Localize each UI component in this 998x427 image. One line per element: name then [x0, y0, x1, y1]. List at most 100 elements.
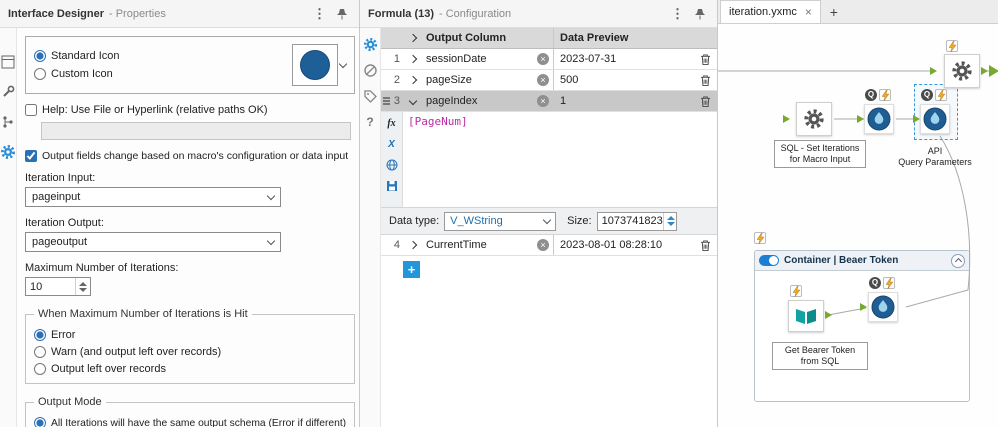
max-hit-radio-0[interactable]: [34, 329, 46, 341]
output-column-name[interactable]: pageSize: [426, 74, 472, 86]
row-expand-chevron[interactable]: [403, 235, 423, 255]
add-column-button[interactable]: +: [403, 261, 420, 278]
gear-icon[interactable]: [362, 36, 378, 52]
chevron-down-icon: [266, 236, 276, 245]
output-column-name[interactable]: CurrentTime: [426, 239, 487, 251]
question-anchor-icon[interactable]: Q: [869, 277, 881, 289]
clear-column-icon[interactable]: ×: [537, 239, 549, 251]
stepper-arrows[interactable]: [662, 212, 678, 230]
clear-column-icon[interactable]: ×: [537, 95, 549, 107]
question-anchor-icon[interactable]: Q: [865, 89, 877, 101]
globe-icon[interactable]: [384, 158, 400, 172]
layout-icon[interactable]: [0, 54, 16, 70]
functions-button[interactable]: fx: [384, 116, 400, 130]
pin-icon[interactable]: [691, 8, 709, 20]
tag-icon[interactable]: [362, 88, 378, 104]
clear-column-icon[interactable]: ×: [537, 53, 549, 65]
data-type-select[interactable]: V_WString: [444, 211, 557, 231]
tool-container-bearer-token[interactable]: Container | Beaer Token: [754, 250, 970, 402]
output-fields-checkbox-row[interactable]: Output fields change based on macro's co…: [25, 150, 355, 162]
icon-preview[interactable]: [292, 44, 339, 86]
output-column-header: Output Column: [426, 32, 507, 44]
gear-icon[interactable]: [0, 144, 16, 160]
delete-row-button[interactable]: [693, 49, 717, 69]
tool-label-line: API: [927, 146, 943, 156]
tree-icon[interactable]: [0, 114, 16, 130]
help-checkbox-row[interactable]: Help: Use File or Hyperlink (relative pa…: [25, 104, 355, 116]
output-fields-checkbox[interactable]: [25, 150, 37, 162]
max-hit-option-output[interactable]: Output left over records: [34, 363, 346, 375]
expression-input[interactable]: [PageNum]: [403, 112, 717, 207]
question-icon[interactable]: ?: [362, 114, 378, 130]
lightning-anchor-icon[interactable]: [790, 285, 802, 297]
tool-api-bearer[interactable]: [868, 292, 898, 322]
output-column-name[interactable]: pageIndex: [426, 95, 477, 107]
max-hit-option-error[interactable]: Error: [34, 329, 346, 341]
help-checkbox[interactable]: [25, 104, 37, 116]
no-entry-icon[interactable]: [362, 62, 378, 78]
formula-row[interactable]: 2 pageSize × 500: [381, 70, 717, 91]
workflow-canvas[interactable]: Container | Beaer Token SQL - Set Iterat…: [718, 24, 998, 427]
question-anchor-icon[interactable]: Q: [921, 89, 933, 101]
data-type-bar: Data type: V_WString Size: 1073741823: [381, 208, 717, 235]
output-mode-radio-0[interactable]: [34, 417, 46, 427]
delete-row-button[interactable]: [693, 91, 717, 111]
row-expand-chevron[interactable]: [403, 49, 423, 69]
custom-icon-radio-input[interactable]: [34, 68, 46, 80]
drag-handle-icon[interactable]: [382, 97, 390, 105]
lightning-anchor-icon[interactable]: [946, 40, 958, 52]
output-mode-option-label: All Iterations will have the same output…: [51, 417, 347, 427]
new-tab-button[interactable]: +: [821, 0, 847, 23]
iteration-output-select[interactable]: pageoutput: [25, 232, 281, 252]
tool-input-data-book[interactable]: [788, 300, 824, 332]
chevron-down-icon: [266, 191, 276, 200]
max-hit-radio-1[interactable]: [34, 346, 46, 358]
max-hit-option-warn[interactable]: Warn (and output left over records): [34, 346, 346, 358]
lightning-anchor-icon[interactable]: [754, 232, 766, 244]
formula-row-selected[interactable]: 3 pageIndex × 1: [381, 91, 717, 112]
lightning-anchor-icon[interactable]: [935, 89, 947, 101]
container-collapse-button[interactable]: [951, 253, 965, 268]
container-header[interactable]: Container | Beaer Token: [755, 251, 969, 271]
size-stepper[interactable]: 1073741823: [596, 211, 678, 231]
output-mode-option-same-schema[interactable]: All Iterations will have the same output…: [34, 417, 346, 427]
variables-button[interactable]: X: [384, 137, 400, 151]
input-anchor-arrow: [913, 115, 920, 123]
lightning-anchor-icon[interactable]: [879, 89, 891, 101]
tab-iteration-yxmc[interactable]: iteration.yxmc ×: [720, 0, 821, 23]
wrench-icon[interactable]: [0, 84, 16, 100]
stepper-arrows[interactable]: [75, 278, 90, 295]
help-path-input[interactable]: [41, 122, 352, 140]
container-toggle[interactable]: [759, 255, 779, 266]
custom-icon-radio[interactable]: Custom Icon: [34, 68, 120, 80]
max-iterations-stepper[interactable]: 10: [25, 277, 91, 296]
delete-row-button[interactable]: [693, 235, 717, 255]
lightning-anchor-icon[interactable]: [883, 277, 895, 289]
kebab-menu-icon[interactable]: ⋮: [306, 6, 333, 22]
delete-row-button[interactable]: [693, 70, 717, 90]
tool-api-query-parameters[interactable]: [920, 104, 950, 134]
chevron-down-icon[interactable]: [338, 59, 348, 68]
save-icon[interactable]: [384, 179, 400, 193]
row-number: 4: [393, 239, 400, 251]
clear-column-icon[interactable]: ×: [537, 74, 549, 86]
row-collapse-chevron[interactable]: [403, 91, 423, 111]
iteration-input-select[interactable]: pageinput: [25, 187, 281, 207]
formula-row[interactable]: 4 CurrentTime × 2023-08-01 08:28:10: [381, 235, 717, 256]
max-hit-radio-2[interactable]: [34, 363, 46, 375]
tool-api-1[interactable]: [864, 104, 894, 134]
tool-sql-set-iterations[interactable]: [796, 102, 832, 136]
close-icon[interactable]: ×: [805, 5, 812, 19]
kebab-menu-icon[interactable]: ⋮: [664, 6, 691, 22]
standard-icon-radio-input[interactable]: [34, 50, 46, 62]
output-anchor-arrow: [825, 311, 832, 319]
expand-all-chevron[interactable]: [403, 28, 423, 48]
formula-row[interactable]: 1 sessionDate × 2023-07-31: [381, 49, 717, 70]
iteration-input-label: Iteration Input:: [25, 172, 96, 184]
expression-editor: fx X [PageNum]: [381, 112, 717, 208]
tool-macro-output-gear[interactable]: [944, 54, 980, 88]
output-column-name[interactable]: sessionDate: [426, 53, 487, 65]
standard-icon-radio[interactable]: Standard Icon: [34, 50, 120, 62]
row-expand-chevron[interactable]: [403, 70, 423, 90]
pin-icon[interactable]: [333, 8, 351, 20]
